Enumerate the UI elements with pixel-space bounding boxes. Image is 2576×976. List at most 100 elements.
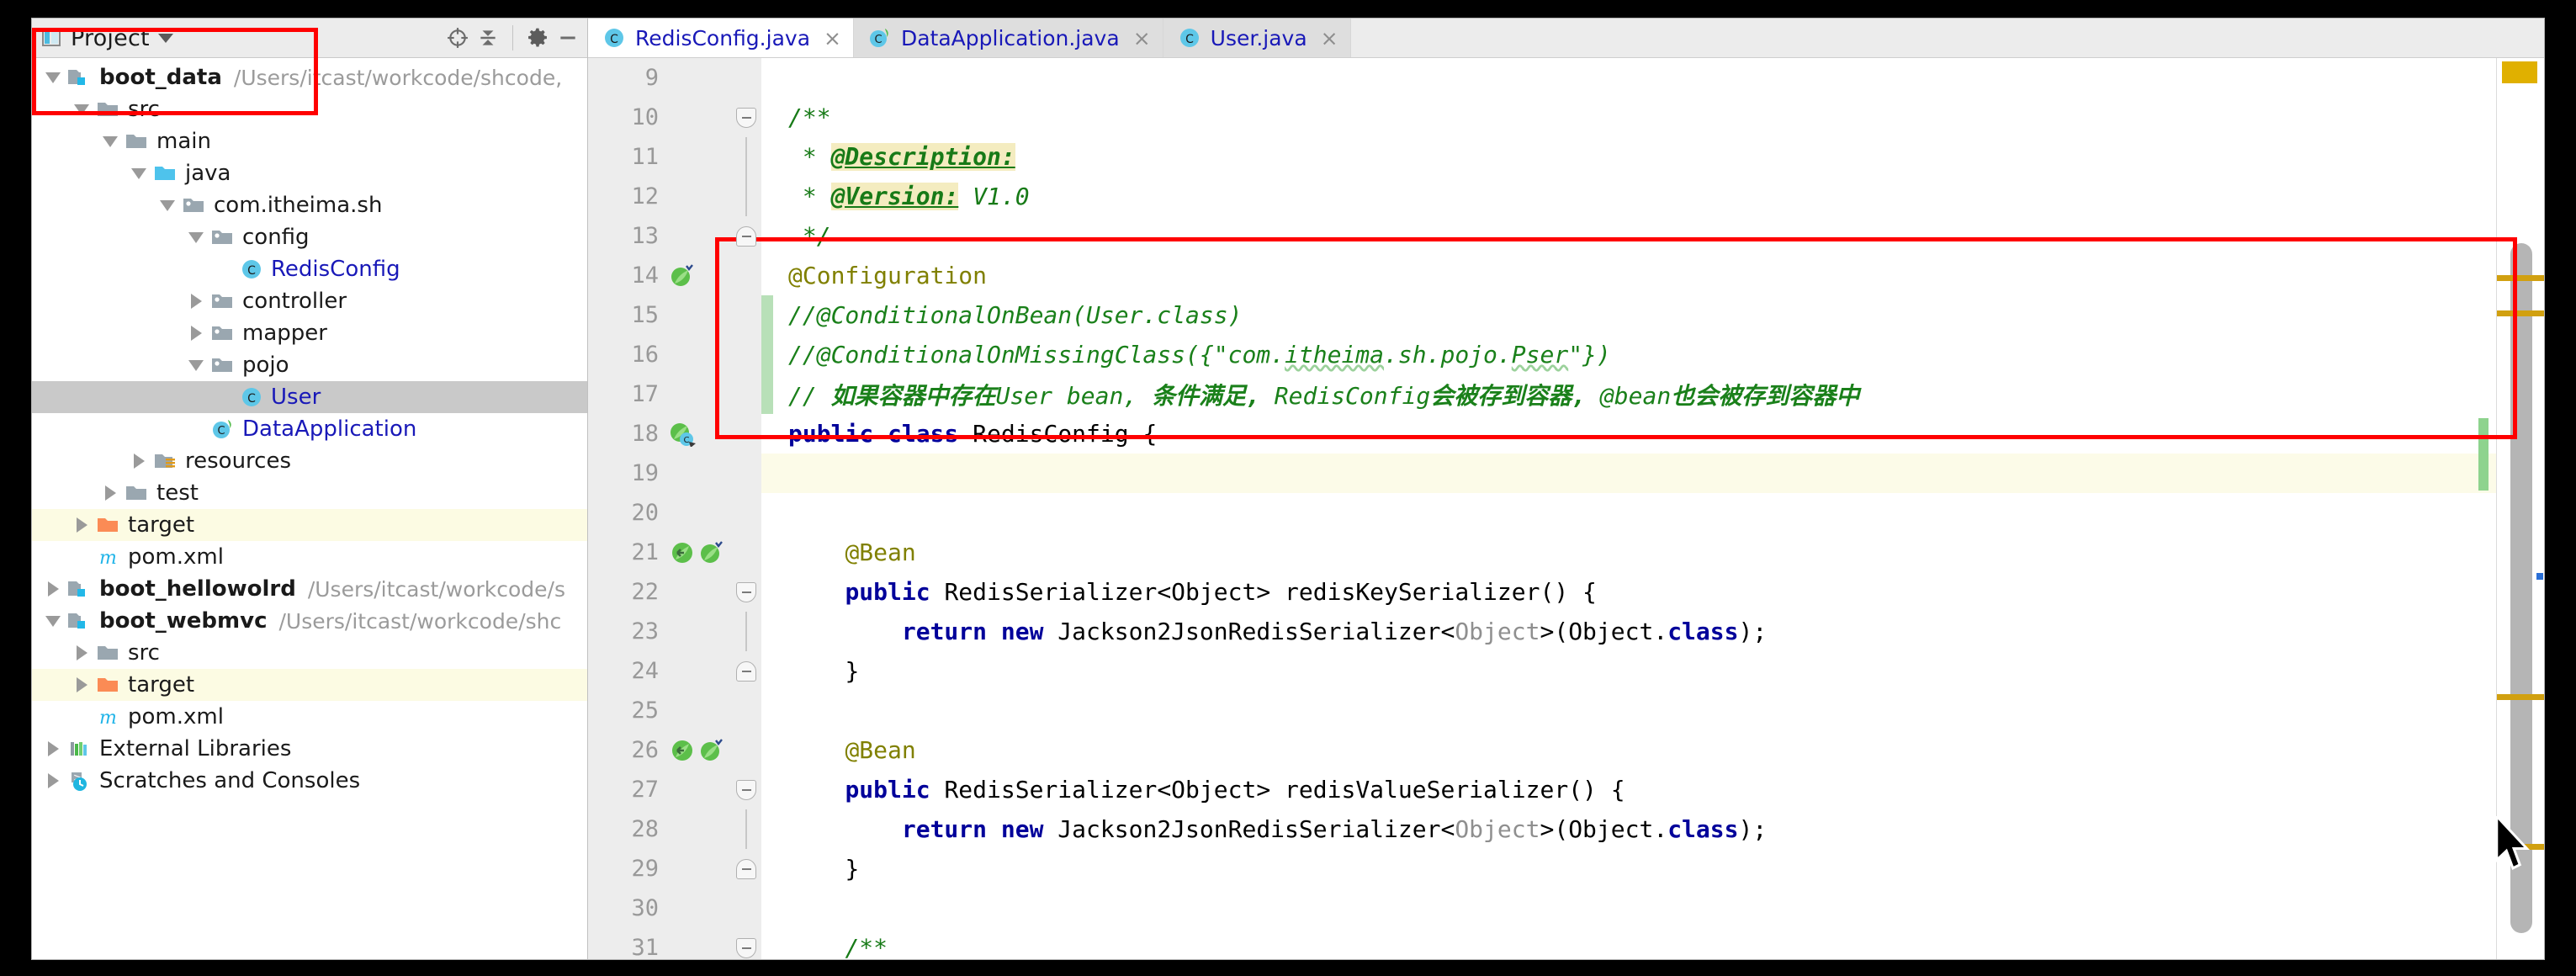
gutter-icons[interactable] (665, 493, 731, 533)
fold-column[interactable] (731, 58, 761, 98)
code-text[interactable]: //@ConditionalOnBean(User.class) (773, 301, 1242, 329)
fold-column[interactable] (731, 137, 761, 177)
close-icon[interactable]: × (1321, 26, 1338, 50)
warning-marker[interactable] (2497, 844, 2544, 850)
collapse-all-icon[interactable] (477, 27, 499, 49)
gutter-icons[interactable] (665, 770, 731, 809)
fold-column[interactable] (731, 770, 761, 809)
tree-node-user[interactable]: C User (32, 381, 587, 413)
inspection-status-badge[interactable] (2502, 61, 2537, 83)
chevron-right-icon[interactable] (69, 645, 94, 660)
code-text[interactable]: public RedisSerializer<Object> redisValu… (773, 776, 1625, 804)
fold-column[interactable] (731, 98, 761, 137)
code-line[interactable]: 11 * @Description: (588, 137, 2544, 177)
tree-node-boot-data[interactable]: boot_data/Users/itcast/workcode/shcode, (32, 61, 587, 93)
gutter-icons[interactable] (665, 177, 731, 216)
close-icon[interactable]: × (1133, 26, 1151, 50)
code-text[interactable]: //@ConditionalOnMissingClass({"com.ithei… (773, 341, 1611, 369)
tree-node-target[interactable]: target (32, 509, 587, 541)
tree-node-dataapplication[interactable]: C DataApplication (32, 413, 587, 445)
fold-end-icon[interactable] (736, 660, 756, 682)
tree-node-java[interactable]: java (32, 157, 587, 189)
fold-column[interactable] (731, 730, 761, 770)
gutter-icons[interactable] (665, 730, 731, 770)
code-text[interactable]: @Bean (773, 538, 915, 566)
code-line[interactable]: 14 @Configuration (588, 256, 2544, 295)
editor-tab-redisconfig-java[interactable]: C RedisConfig.java × (588, 19, 854, 57)
gutter-icons[interactable] (665, 137, 731, 177)
editor-tab-dataapplication-java[interactable]: C DataApplication.java × (853, 19, 1163, 57)
fold-end-icon[interactable] (736, 858, 756, 879)
tree-node-main[interactable]: main (32, 125, 587, 157)
chevron-down-icon[interactable] (157, 33, 173, 43)
code-text[interactable]: public class RedisConfig { (773, 420, 1157, 448)
code-text[interactable]: * @Description: (773, 143, 1015, 171)
editor-tab-user-java[interactable]: C User.java × (1163, 19, 1351, 57)
chevron-down-icon[interactable] (183, 231, 209, 243)
warning-marker[interactable] (2497, 694, 2544, 700)
code-line[interactable]: 19 (588, 454, 2544, 493)
tree-node-com-itheima-sh[interactable]: com.itheima.sh (32, 189, 587, 221)
code-line[interactable]: 13 */ (588, 216, 2544, 256)
code-text[interactable]: * @Version: V1.0 (773, 183, 1030, 210)
gutter-icons[interactable] (665, 256, 731, 295)
code-line[interactable]: 21 @Bean (588, 533, 2544, 572)
gutter-icons[interactable] (665, 809, 731, 849)
warning-marker[interactable] (2497, 310, 2544, 316)
gutter-icons[interactable] (665, 651, 731, 691)
warning-marker[interactable] (2497, 275, 2544, 281)
tree-node-controller[interactable]: controller (32, 285, 587, 317)
gutter-icons[interactable] (665, 612, 731, 651)
tree-node-resources[interactable]: resources (32, 445, 587, 477)
tree-node-src[interactable]: src (32, 93, 587, 125)
fold-column[interactable] (731, 572, 761, 612)
close-icon[interactable]: × (824, 26, 841, 50)
gutter-icons[interactable] (665, 216, 731, 256)
gutter-icons[interactable] (665, 58, 731, 98)
fold-collapse-icon[interactable] (736, 581, 756, 602)
fold-column[interactable] (731, 414, 761, 454)
tree-node-boot-webmvc[interactable]: boot_webmvc/Users/itcast/workcode/shc (32, 605, 587, 637)
tree-node-test[interactable]: test (32, 477, 587, 509)
code-line[interactable]: 31 /** (588, 928, 2544, 959)
code-line[interactable]: 16 //@ConditionalOnMissingClass({"com.ith… (588, 335, 2544, 374)
code-text[interactable]: } (773, 855, 859, 883)
editor-scrollbar-thumb[interactable] (2510, 243, 2532, 933)
project-view-icon[interactable] (40, 27, 62, 49)
code-line[interactable]: 24 } (588, 651, 2544, 691)
gutter-icons[interactable] (665, 691, 731, 730)
chevron-right-icon[interactable] (69, 517, 94, 533)
chevron-down-icon[interactable] (183, 359, 209, 371)
fold-collapse-icon[interactable] (736, 107, 756, 128)
fold-column[interactable] (731, 335, 761, 374)
code-text[interactable]: /** (773, 934, 888, 959)
fold-column[interactable] (731, 888, 761, 928)
fold-column[interactable] (731, 295, 761, 335)
fold-collapse-icon[interactable] (736, 779, 756, 800)
gutter-icons[interactable] (665, 572, 731, 612)
code-text[interactable]: */ (773, 222, 831, 250)
fold-column[interactable] (731, 612, 761, 651)
chevron-down-icon[interactable] (40, 72, 66, 83)
code-line[interactable]: 26 @Bean (588, 730, 2544, 770)
tree-node-target[interactable]: target (32, 669, 587, 701)
fold-column[interactable] (731, 374, 761, 414)
code-line[interactable]: 23 return new Jackson2JsonRedisSerialize… (588, 612, 2544, 651)
chevron-right-icon[interactable] (40, 773, 66, 788)
gutter-icons[interactable] (665, 374, 731, 414)
tree-node-pom-xml[interactable]: m pom.xml (32, 541, 587, 573)
code-line[interactable]: 18 Cpublic class RedisConfig { (588, 414, 2544, 454)
code-line[interactable]: 9 (588, 58, 2544, 98)
gutter-icons[interactable] (665, 533, 731, 572)
chevron-down-icon[interactable] (69, 103, 94, 115)
project-tree[interactable]: boot_data/Users/itcast/workcode/shcode, s… (32, 58, 587, 959)
chevron-down-icon[interactable] (40, 615, 66, 627)
tree-node-config[interactable]: config (32, 221, 587, 253)
code-text[interactable]: return new Jackson2JsonRedisSerializer<O… (773, 618, 1767, 645)
settings-gear-icon[interactable] (527, 27, 549, 49)
fold-column[interactable] (731, 216, 761, 256)
code-line[interactable]: 20 (588, 493, 2544, 533)
chevron-right-icon[interactable] (98, 485, 123, 501)
code-line[interactable]: 29 } (588, 849, 2544, 888)
chevron-right-icon[interactable] (183, 326, 209, 341)
